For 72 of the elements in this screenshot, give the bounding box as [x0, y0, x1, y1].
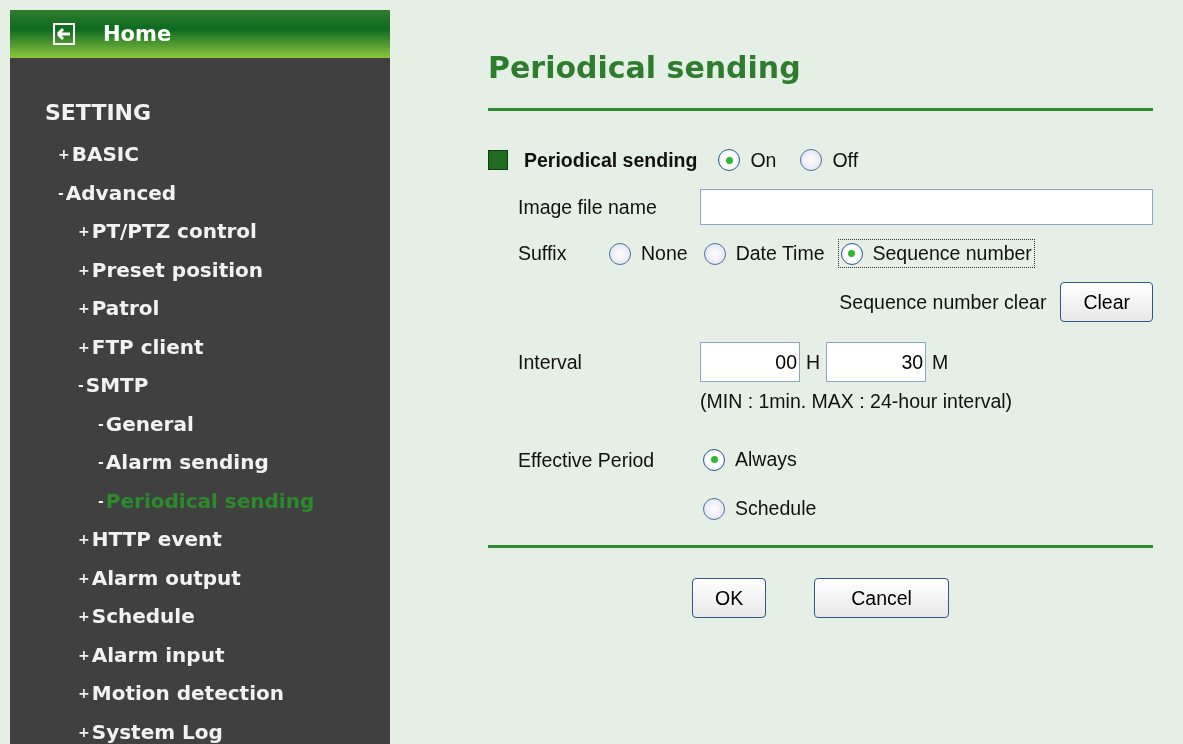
sidebar-item[interactable]: Patrol: [91, 296, 160, 321]
unit-label: M: [932, 350, 949, 374]
hint-text: (MIN : 1min. MAX : 24-hour interval): [700, 390, 1014, 413]
section-label: Periodical sending: [524, 148, 698, 172]
radio-option[interactable]: Sequence number: [837, 239, 1035, 268]
tree-sign: +: [78, 531, 90, 548]
field-label: Interval: [518, 350, 583, 374]
sidebar-item[interactable]: Motion detection: [91, 681, 284, 706]
sidebar-item[interactable]: PT/PTZ control: [91, 219, 257, 244]
option-label: Sequence number: [872, 242, 1032, 265]
sidebar-item[interactable]: Alarm output: [91, 565, 241, 590]
form-button[interactable]: OK: [692, 578, 767, 618]
radio-button[interactable]: [703, 497, 725, 520]
radio-option[interactable]: Always: [700, 445, 800, 474]
tree-sign: +: [58, 146, 70, 163]
clear-button[interactable]: Clear: [1060, 282, 1153, 322]
tree-sign: +: [78, 300, 90, 317]
sidebar-item[interactable]: Schedule: [91, 604, 195, 629]
home-bar[interactable]: Home: [10, 10, 390, 58]
tree-sign: +: [78, 261, 90, 278]
page-title: Periodical sending: [488, 50, 802, 87]
radio-button[interactable]: [800, 149, 823, 171]
radio-option[interactable]: Off: [797, 145, 862, 175]
tree-sign: +: [78, 723, 90, 740]
radio-button[interactable]: [718, 149, 741, 171]
tree-sign: +: [78, 338, 90, 355]
radio-button[interactable]: [840, 242, 863, 265]
sidebar-item[interactable]: HTTP event: [91, 527, 222, 552]
radio-option[interactable]: Date Time: [700, 239, 828, 268]
tree-sign: -: [98, 454, 104, 471]
radio-option[interactable]: On: [715, 145, 780, 175]
option-label: None: [641, 242, 688, 265]
tree-sign: -: [98, 415, 104, 432]
sidebar-item[interactable]: Alarm sending: [105, 450, 269, 475]
option-label: Always: [735, 448, 797, 471]
radio-button[interactable]: [703, 448, 725, 471]
unit-label: H: [806, 350, 821, 374]
option-label: On: [750, 148, 777, 172]
image-file-name-field[interactable]: [700, 189, 1153, 225]
sidebar-item[interactable]: BASIC: [71, 142, 139, 167]
field-label: Sequence number clear: [839, 290, 1047, 314]
minutes-field[interactable]: 30: [826, 342, 927, 382]
radio-option[interactable]: None: [606, 239, 691, 268]
hours-field[interactable]: 00: [700, 342, 800, 382]
sidebar-item[interactable]: Advanced: [65, 180, 177, 205]
tree-sign: +: [78, 608, 90, 625]
radio-option[interactable]: Schedule: [700, 494, 820, 523]
sidebar-item[interactable]: SMTP: [85, 373, 149, 398]
form-button[interactable]: Cancel: [814, 578, 949, 618]
tree-sign: +: [78, 569, 90, 586]
radio-button[interactable]: [703, 242, 726, 265]
tree-sign: +: [78, 646, 90, 663]
field-label: Effective Period: [518, 449, 656, 472]
field-label: Image file name: [518, 195, 658, 219]
sidebar-item[interactable]: FTP client: [91, 334, 204, 359]
tree-sign: -: [98, 492, 104, 509]
field-label: Suffix: [518, 242, 568, 265]
menu-heading: SETTING: [45, 100, 153, 125]
radio-button[interactable]: [609, 242, 631, 265]
option-label: Date Time: [735, 242, 825, 265]
tree-sign: -: [78, 377, 84, 394]
option-label: Schedule: [735, 497, 817, 520]
tree-sign: +: [78, 685, 90, 702]
option-label: Off: [832, 148, 859, 172]
sidebar-item[interactable]: Preset position: [91, 257, 264, 282]
tree-sign: +: [78, 223, 90, 240]
home-link[interactable]: Home: [103, 22, 172, 46]
sidebar-item[interactable]: General: [105, 411, 194, 436]
tree-sign: -: [58, 184, 64, 201]
sidebar-item[interactable]: System Log: [91, 719, 223, 744]
sidebar-item[interactable]: Alarm input: [91, 642, 225, 667]
section-bullet-icon: [488, 150, 508, 170]
